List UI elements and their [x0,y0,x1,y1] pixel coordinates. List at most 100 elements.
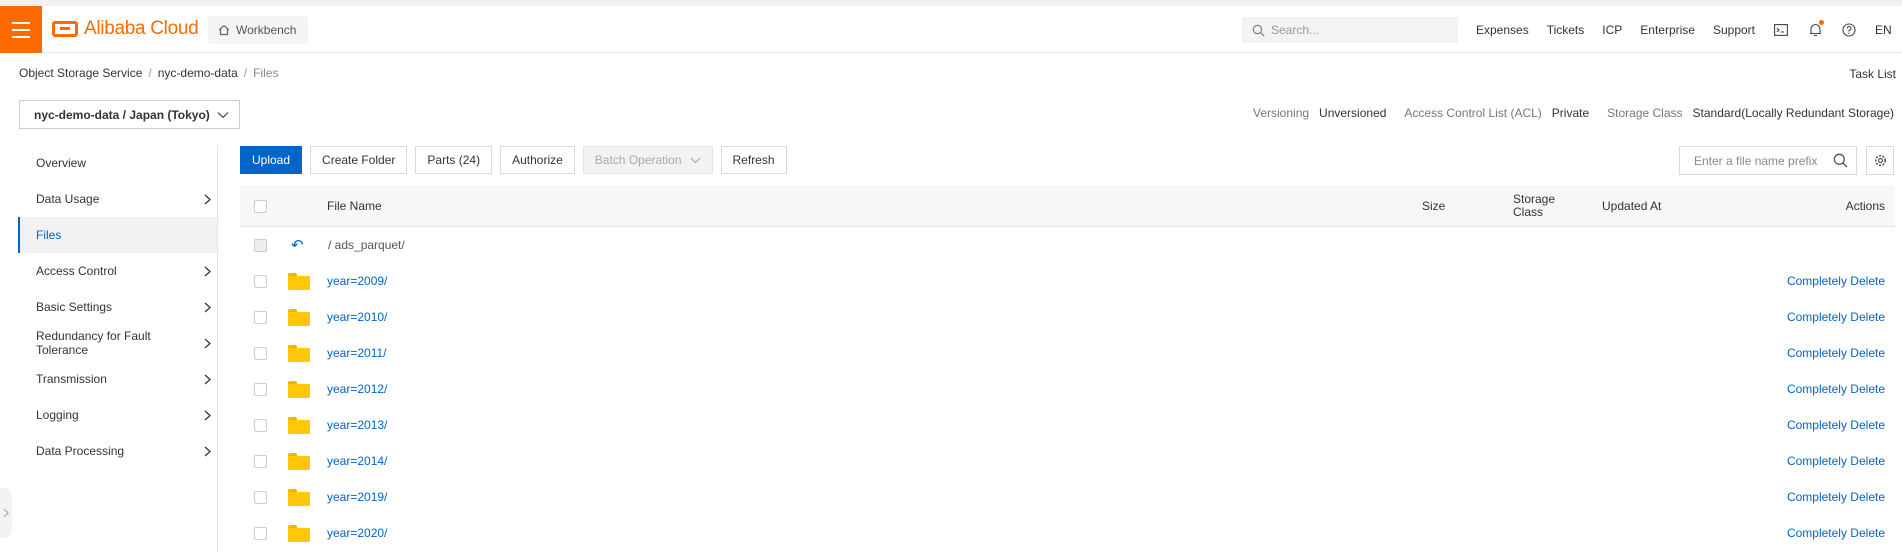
parts-button[interactable]: Parts (24) [415,146,493,174]
sidebar-item[interactable]: Transmission [18,361,217,397]
table-row[interactable]: year=2014/Completely Delete [240,443,1895,479]
refresh-button[interactable]: Refresh [720,146,787,174]
expenses-link[interactable]: Expenses [1476,23,1529,37]
folder-icon [288,524,310,542]
chevron-down-icon [217,111,229,118]
language-switch[interactable]: EN [1875,23,1892,37]
chevron-right-icon [204,374,211,384]
row-checkbox[interactable] [254,346,267,360]
breadcrumb-separator: / [148,66,152,80]
chevron-right-icon [204,266,211,276]
folder-name-link[interactable]: year=2019/ [327,479,387,515]
enterprise-link[interactable]: Enterprise [1640,23,1695,37]
row-checkbox[interactable] [254,526,267,540]
table-row[interactable]: year=2012/Completely Delete [240,371,1895,407]
parent-path[interactable]: / ads_parquet/ [328,227,405,263]
completely-delete-link[interactable]: Completely Delete [1787,515,1885,551]
header-links: Expenses Tickets ICP Enterprise Support … [1476,6,1902,53]
folder-name-link[interactable]: year=2020/ [327,515,387,551]
folder-icon [288,308,310,326]
terminal-icon[interactable] [1773,22,1789,38]
bucket-sidebar: Overview Data Usage Files Access Control Bas… [18,145,218,552]
sidebar-item[interactable]: Logging [18,397,217,433]
workbench-button[interactable]: Workbench [208,16,309,44]
table-row[interactable]: year=2020/Completely Delete [240,515,1895,551]
table-row[interactable]: year=2010/Completely Delete [240,299,1895,335]
row-checkbox[interactable] [254,310,267,324]
row-checkbox[interactable] [254,418,267,432]
folder-name-link[interactable]: year=2012/ [327,371,387,407]
folder-name-link[interactable]: year=2014/ [327,443,387,479]
menu-icon[interactable] [0,6,42,53]
table-settings-button[interactable] [1866,146,1894,175]
table-row[interactable]: year=2013/Completely Delete [240,407,1895,443]
sidebar-item-label: Basic Settings [36,300,113,314]
workbench-label: Workbench [236,23,297,37]
breadcrumb-separator: / [243,66,248,80]
folder-icon [288,380,310,398]
top-navigation-bar: Alibaba Cloud Workbench Search... Expens… [0,6,1902,53]
chevron-down-icon [690,157,700,163]
row-checkbox[interactable] [254,274,267,288]
parent-folder-row[interactable]: ↶ / ads_parquet/ [240,227,1895,263]
completely-delete-link[interactable]: Completely Delete [1787,407,1885,443]
support-link[interactable]: Support [1713,23,1755,37]
completely-delete-link[interactable]: Completely Delete [1787,335,1885,371]
row-checkbox[interactable] [254,490,267,504]
folder-name-link[interactable]: year=2009/ [327,263,387,299]
column-updated-at[interactable]: Updated At [1602,185,1661,227]
batch-operation-button[interactable]: Batch Operation [582,146,713,174]
row-checkbox[interactable] [254,454,267,468]
folder-name-link[interactable]: year=2010/ [327,299,387,335]
folder-icon [288,488,310,506]
bucket-select-value: nyc-demo-data / Japan (Tokyo) [34,107,210,122]
sidebar-item[interactable]: Redundancy for Fault Tolerance [18,325,217,361]
table-row[interactable]: year=2009/Completely Delete [240,263,1895,299]
help-icon[interactable] [1841,22,1857,38]
sidebar-item-label: Files [36,228,62,242]
sidebar-item[interactable]: Access Control [18,253,217,289]
authorize-button[interactable]: Authorize [500,146,575,174]
global-search-input[interactable]: Search... [1242,17,1458,43]
column-size[interactable]: Size [1422,185,1445,227]
sidebar-item[interactable]: Files [18,217,217,253]
notification-bell-icon[interactable] [1807,19,1825,38]
upload-button[interactable]: Upload [240,146,303,174]
column-file-name[interactable]: File Name [327,185,382,227]
table-row[interactable]: year=2011/Completely Delete [240,335,1895,371]
folder-name-link[interactable]: year=2013/ [327,407,387,443]
select-all-checkbox[interactable] [254,199,267,213]
sidebar-item-label: Data Processing [36,444,125,458]
table-row[interactable]: year=2019/Completely Delete [240,479,1895,515]
icp-link[interactable]: ICP [1602,23,1622,37]
completely-delete-link[interactable]: Completely Delete [1787,479,1885,515]
breadcrumb-oss[interactable]: Object Storage Service [19,66,142,80]
column-storage-class[interactable]: Storage Class [1513,185,1563,227]
file-prefix-search-input[interactable]: Enter a file name prefix [1679,146,1857,175]
create-folder-button[interactable]: Create Folder [310,146,408,174]
home-icon [218,24,230,36]
completely-delete-link[interactable]: Completely Delete [1787,299,1885,335]
bucket-region-select[interactable]: nyc-demo-data / Japan (Tokyo) [19,100,240,129]
notification-dot [1819,19,1825,25]
sidebar-item[interactable]: Basic Settings [18,289,217,325]
completely-delete-link[interactable]: Completely Delete [1787,263,1885,299]
row-checkbox[interactable] [254,382,267,396]
completely-delete-link[interactable]: Completely Delete [1787,443,1885,479]
completely-delete-link[interactable]: Completely Delete [1787,371,1885,407]
alibaba-cloud-logo[interactable]: Alibaba Cloud [52,18,199,40]
search-placeholder: Search... [1271,23,1320,37]
sidebar-item-label: Transmission [36,372,107,386]
back-arrow-icon[interactable]: ↶ [291,236,304,254]
sidebar-collapse-handle[interactable] [0,488,12,538]
search-icon[interactable] [1833,153,1848,168]
sidebar-item[interactable]: Data Processing [18,433,217,469]
breadcrumb-current: Files [253,66,279,80]
breadcrumb-bucket[interactable]: nyc-demo-data [158,66,238,80]
tickets-link[interactable]: Tickets [1547,23,1585,37]
chevron-right-icon [3,508,9,518]
task-list-link[interactable]: Task List [1849,67,1896,81]
folder-name-link[interactable]: year=2011/ [327,335,387,371]
sidebar-item[interactable]: Overview [18,145,217,181]
sidebar-item[interactable]: Data Usage [18,181,217,217]
